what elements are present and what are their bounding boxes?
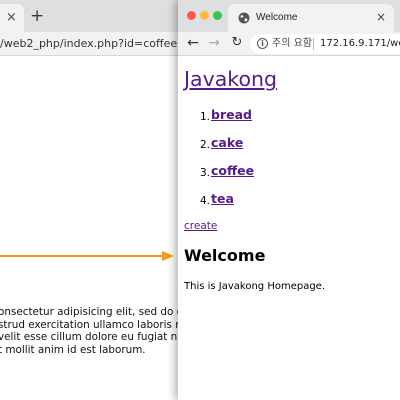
info-icon[interactable]: i bbox=[257, 38, 268, 49]
background-browser-window: × + /web2_php/index.php?id=coffee2 onsec… bbox=[0, 0, 180, 400]
globe-icon bbox=[238, 12, 250, 24]
left-address-bar[interactable]: /web2_php/index.php?id=coffee2 bbox=[0, 37, 180, 51]
left-page-text: onsectetur adipisicing elit, sed do eius… bbox=[0, 306, 180, 356]
topic-link-tea[interactable]: tea bbox=[211, 191, 234, 207]
left-text-line: onsectetur adipisicing elit, sed do eius… bbox=[0, 306, 180, 318]
site-title-link[interactable]: Javakong bbox=[184, 66, 277, 92]
security-label[interactable]: 주의 요함 bbox=[272, 38, 312, 50]
create-link[interactable]: create bbox=[184, 220, 217, 233]
list-number: 4. bbox=[200, 195, 211, 207]
close-window-button[interactable] bbox=[187, 11, 196, 20]
right-tab-strip: Welcome × bbox=[178, 0, 400, 32]
topic-link-coffee[interactable]: coffee bbox=[211, 163, 254, 179]
arrow-left-icon[interactable]: ← bbox=[185, 35, 201, 51]
maximize-window-button[interactable] bbox=[213, 11, 222, 20]
left-text-line: strud exercitation ullamco laboris nisi … bbox=[0, 318, 180, 331]
list-number: 1. bbox=[200, 111, 211, 123]
left-browser-tab[interactable]: × bbox=[0, 4, 24, 32]
omnibox-divider bbox=[313, 38, 314, 50]
right-toolbar: ← → ↻ i 주의 요함 172.16.9.171/web2 bbox=[178, 32, 400, 56]
list-number: 3. bbox=[200, 167, 211, 179]
list-number: 2. bbox=[200, 139, 211, 151]
left-tab-strip: × + bbox=[0, 0, 180, 32]
arrow-right-icon[interactable]: → bbox=[206, 35, 222, 51]
close-icon[interactable]: × bbox=[6, 10, 17, 26]
left-text-line: velit esse cillum dolore eu fugiat nulla… bbox=[0, 331, 180, 344]
address-bar[interactable]: i 주의 요함 172.16.9.171/web2 bbox=[250, 34, 400, 54]
annotation-arrow-icon bbox=[0, 251, 174, 261]
reload-icon[interactable]: ↻ bbox=[229, 35, 245, 51]
left-text-line: t mollit anim id est laborum. bbox=[0, 343, 146, 356]
url-text[interactable]: 172.16.9.171/web2 bbox=[320, 38, 400, 50]
page-content: Javakong 1. bread 2. cake 3. coffee 4. t… bbox=[178, 56, 400, 400]
minimize-window-button[interactable] bbox=[200, 11, 209, 20]
tab-title: Welcome bbox=[256, 12, 298, 23]
topic-link-bread[interactable]: bread bbox=[211, 107, 252, 123]
tab-welcome[interactable]: Welcome × bbox=[228, 4, 394, 32]
page-heading: Welcome bbox=[184, 246, 266, 265]
new-tab-icon[interactable]: + bbox=[30, 7, 44, 25]
topic-link-cake[interactable]: cake bbox=[211, 135, 243, 151]
left-toolbar: /web2_php/index.php?id=coffee2 bbox=[0, 32, 180, 56]
close-icon[interactable]: × bbox=[376, 10, 386, 24]
foreground-browser-window: Welcome × ← → ↻ i 주의 요함 172.16.9.171/web… bbox=[178, 0, 400, 400]
page-body-text: This is Javakong Homepage. bbox=[184, 281, 326, 292]
